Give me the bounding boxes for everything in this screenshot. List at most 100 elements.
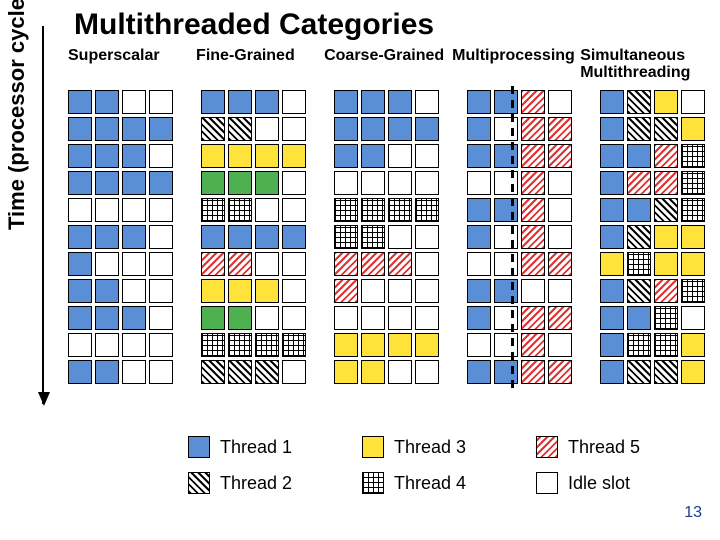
issue-slot — [201, 252, 225, 276]
legend: Thread 1 Thread 3 Thread 5 Thread 2 Thre… — [188, 432, 706, 498]
issue-slot — [627, 171, 651, 195]
issue-slot — [122, 279, 146, 303]
issue-slot — [654, 333, 678, 357]
issue-slot — [388, 333, 412, 357]
issue-slot — [201, 306, 225, 330]
grid-multiprocessing — [467, 90, 572, 384]
issue-slot-grids — [68, 90, 705, 384]
issue-slot — [415, 306, 439, 330]
issue-slot — [255, 90, 279, 114]
issue-slot — [122, 225, 146, 249]
issue-slot — [122, 360, 146, 384]
issue-slot — [681, 198, 705, 222]
issue-slot — [415, 360, 439, 384]
issue-slot — [282, 144, 306, 168]
issue-slot — [494, 252, 518, 276]
issue-slot — [681, 144, 705, 168]
issue-slot — [548, 90, 572, 114]
issue-slot — [68, 198, 92, 222]
issue-slot — [600, 144, 624, 168]
issue-slot — [681, 252, 705, 276]
issue-slot — [494, 171, 518, 195]
issue-slot — [361, 306, 385, 330]
issue-slot — [654, 306, 678, 330]
issue-slot — [627, 360, 651, 384]
issue-slot — [415, 90, 439, 114]
issue-slot — [654, 279, 678, 303]
issue-slot — [627, 225, 651, 249]
issue-slot — [681, 333, 705, 357]
issue-slot — [627, 90, 651, 114]
issue-slot — [95, 144, 119, 168]
issue-slot — [282, 279, 306, 303]
issue-slot — [95, 225, 119, 249]
issue-slot — [68, 225, 92, 249]
issue-slot — [255, 333, 279, 357]
issue-slot — [521, 252, 545, 276]
issue-slot — [467, 225, 491, 249]
issue-slot — [548, 252, 572, 276]
issue-slot — [255, 171, 279, 195]
issue-slot — [521, 171, 545, 195]
issue-slot — [600, 333, 624, 357]
issue-slot — [361, 198, 385, 222]
issue-slot — [122, 117, 146, 141]
issue-slot — [654, 360, 678, 384]
issue-slot — [95, 252, 119, 276]
issue-slot — [334, 252, 358, 276]
issue-slot — [228, 306, 252, 330]
legend-idle: Idle slot — [536, 468, 706, 498]
issue-slot — [361, 360, 385, 384]
issue-slot — [521, 306, 545, 330]
swatch-thread-5 — [536, 436, 558, 458]
issue-slot — [201, 225, 225, 249]
page-number: 13 — [684, 504, 702, 522]
issue-slot — [201, 360, 225, 384]
issue-slot — [494, 225, 518, 249]
issue-slot — [149, 252, 173, 276]
issue-slot — [282, 306, 306, 330]
issue-slot — [228, 171, 252, 195]
issue-slot — [681, 225, 705, 249]
issue-slot — [201, 198, 225, 222]
issue-slot — [600, 171, 624, 195]
issue-slot — [467, 252, 491, 276]
issue-slot — [600, 252, 624, 276]
issue-slot — [388, 90, 412, 114]
issue-slot — [149, 144, 173, 168]
issue-slot — [627, 333, 651, 357]
issue-slot — [149, 117, 173, 141]
y-axis-label: Time (processor cycle) — [4, 0, 30, 230]
issue-slot — [548, 360, 572, 384]
legend-label: Thread 3 — [394, 437, 466, 458]
swatch-thread-1 — [188, 436, 210, 458]
issue-slot — [600, 279, 624, 303]
issue-slot — [95, 333, 119, 357]
issue-slot — [122, 198, 146, 222]
issue-slot — [415, 171, 439, 195]
issue-slot — [228, 333, 252, 357]
issue-slot — [494, 90, 518, 114]
issue-slot — [122, 144, 146, 168]
issue-slot — [282, 252, 306, 276]
issue-slot — [654, 198, 678, 222]
issue-slot — [68, 144, 92, 168]
issue-slot — [334, 306, 358, 330]
issue-slot — [467, 360, 491, 384]
issue-slot — [149, 333, 173, 357]
issue-slot — [122, 90, 146, 114]
issue-slot — [334, 225, 358, 249]
issue-slot — [361, 252, 385, 276]
y-axis-arrow — [42, 26, 44, 404]
issue-slot — [95, 198, 119, 222]
issue-slot — [68, 171, 92, 195]
issue-slot — [521, 144, 545, 168]
issue-slot — [654, 252, 678, 276]
issue-slot — [627, 117, 651, 141]
issue-slot — [521, 225, 545, 249]
issue-slot — [494, 198, 518, 222]
issue-slot — [467, 306, 491, 330]
legend-thread-5: Thread 5 — [536, 432, 706, 462]
issue-slot — [255, 252, 279, 276]
issue-slot — [95, 360, 119, 384]
